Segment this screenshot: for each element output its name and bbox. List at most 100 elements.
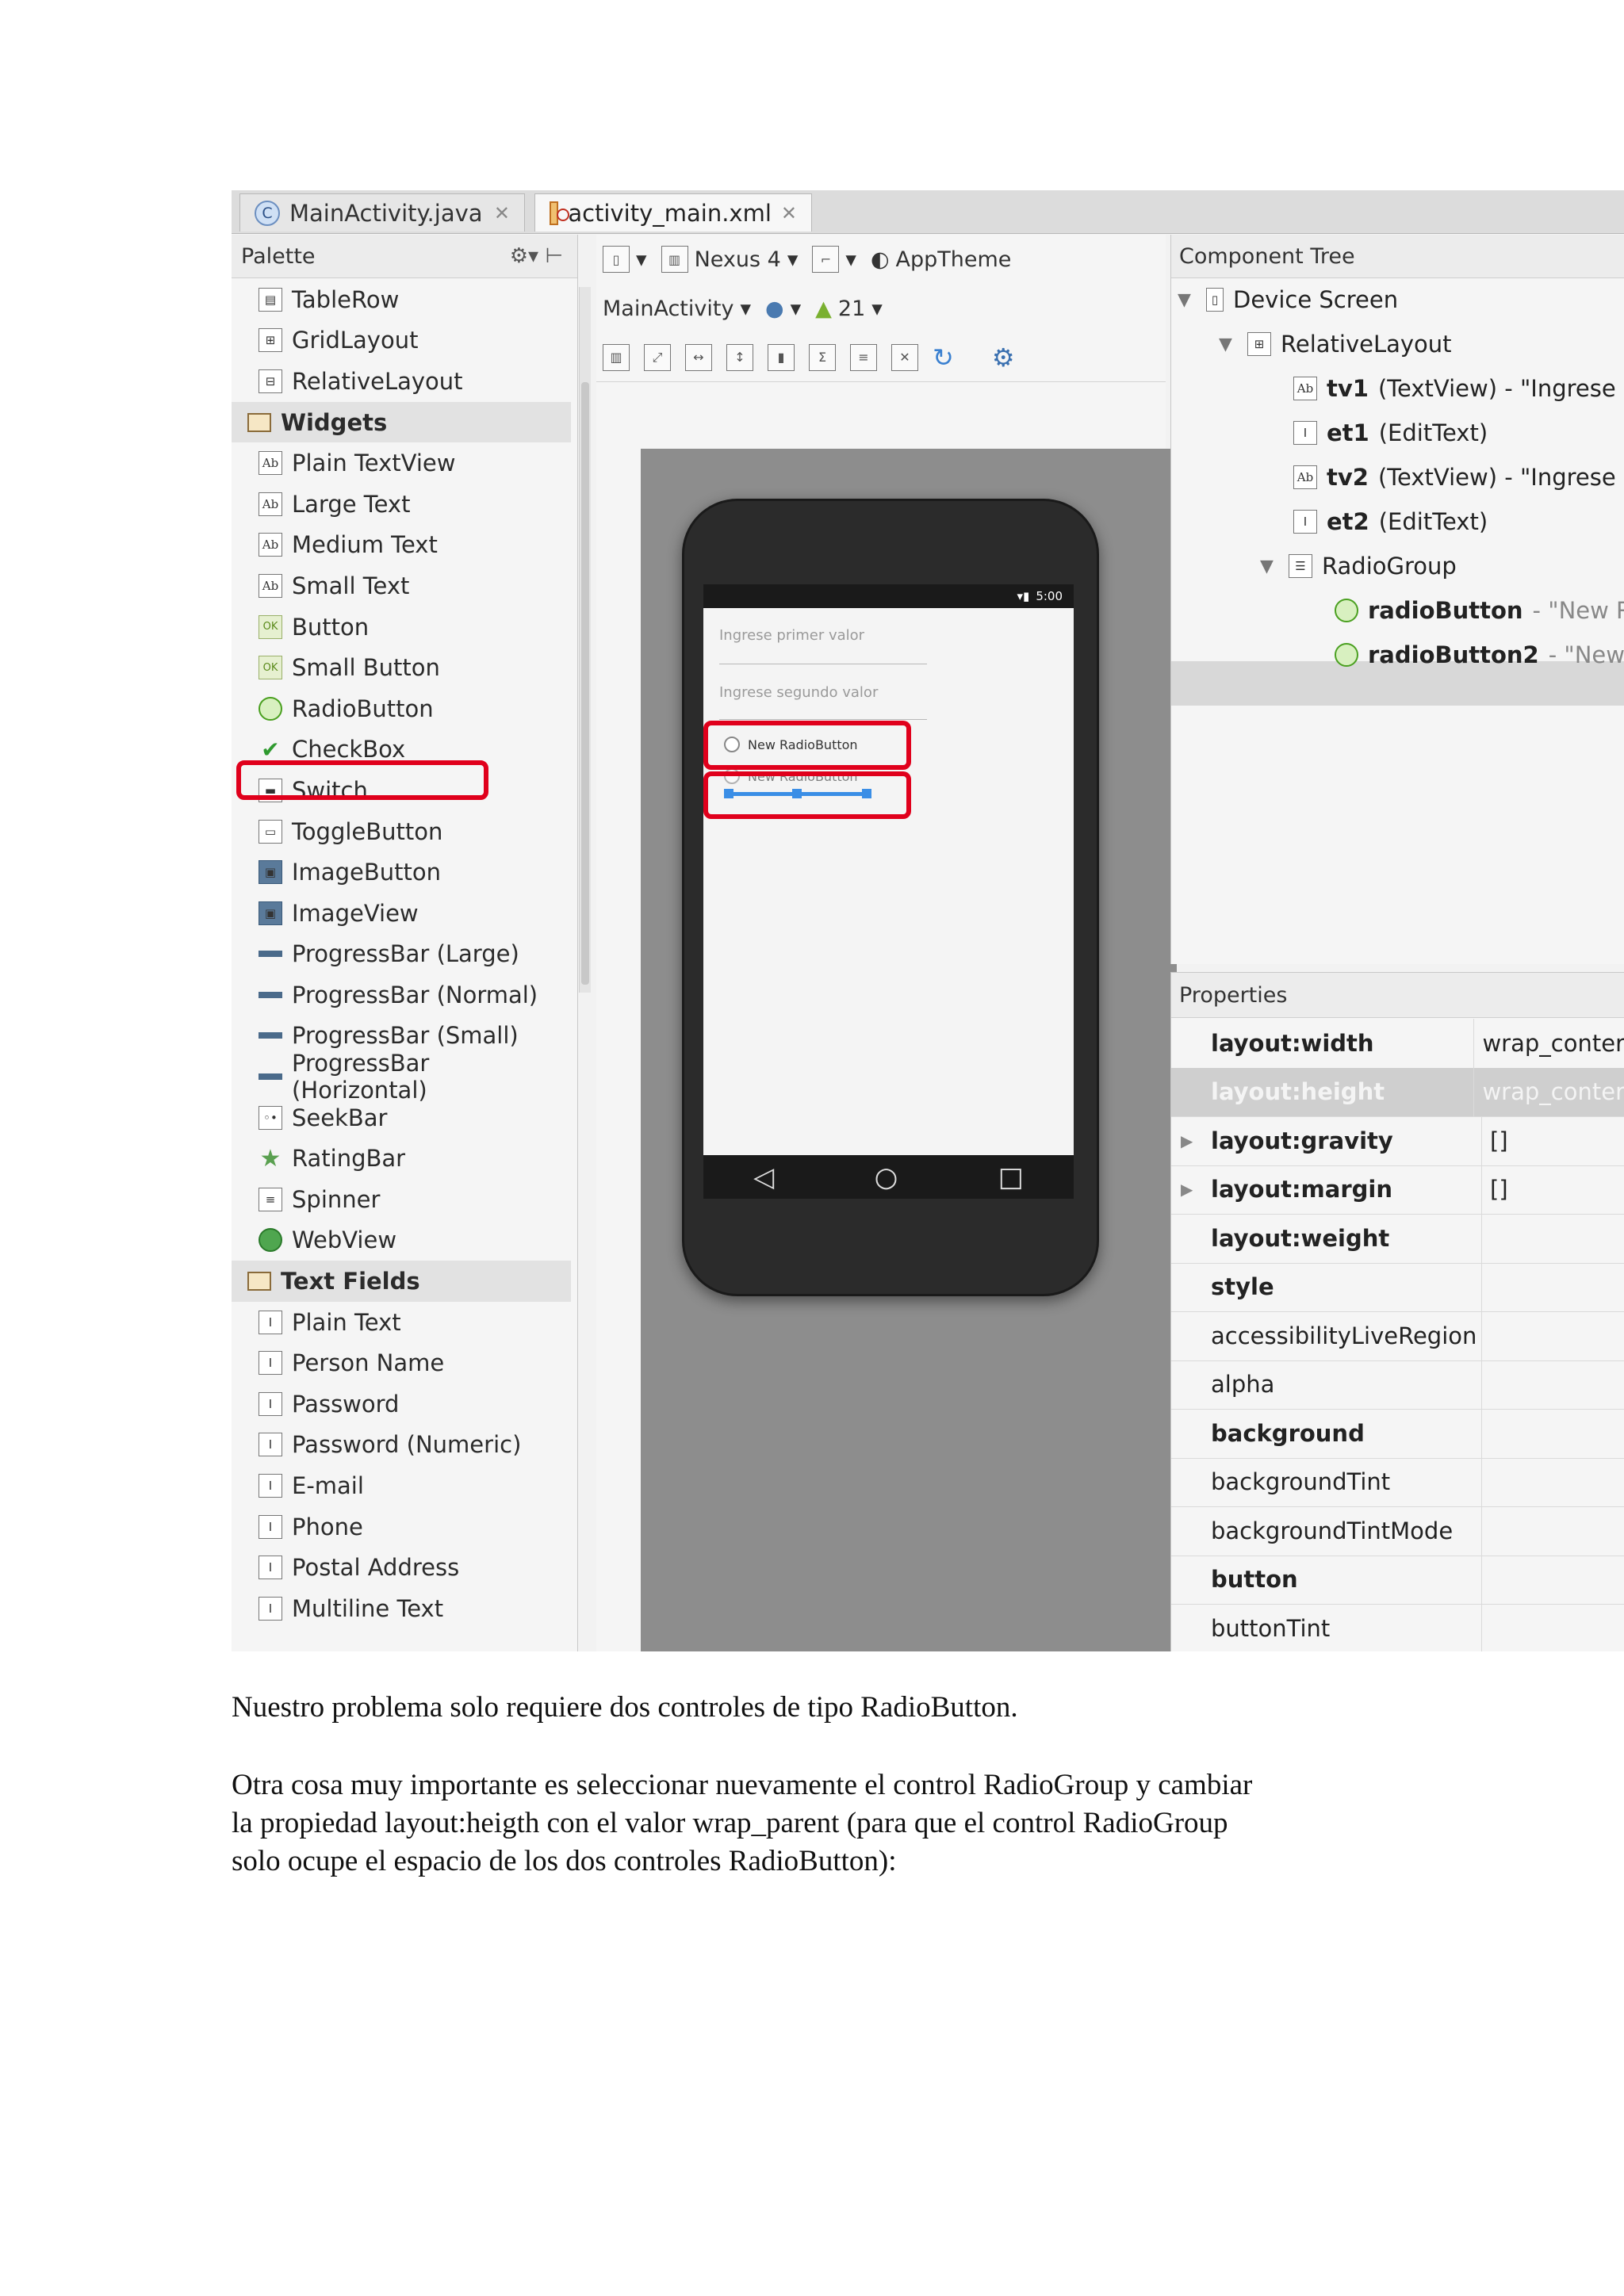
palette-item[interactable]: ▣ ImageButton — [232, 851, 571, 893]
property-row[interactable]: layout:width wrap_conter — [1171, 1019, 1624, 1069]
palette-item-label: Button — [292, 613, 370, 641]
expand-icon[interactable]: ▼ — [1178, 290, 1197, 310]
palette-item[interactable]: WebView — [232, 1220, 571, 1261]
palette-item[interactable]: Ab Large Text — [232, 484, 571, 525]
component-tree-header: Component Tree — [1171, 235, 1624, 278]
expand-icon[interactable]: ▶ — [1181, 1131, 1193, 1150]
property-row[interactable]: background — [1171, 1409, 1624, 1459]
property-row[interactable]: ▶ layout:margin [] — [1171, 1165, 1624, 1215]
design-toolbar-row-3: ▥ ⤢ ↔ ↕ ▮ Σ ≡ ✕ ↻ ⚙ — [596, 333, 1166, 382]
palette-item[interactable]: ProgressBar (Large) — [232, 934, 571, 975]
property-value[interactable]: [] — [1482, 1176, 1508, 1203]
palette-item[interactable]: ≡ Spinner — [232, 1179, 571, 1220]
palette-item[interactable]: Ab Small Text — [232, 565, 571, 607]
theme-selector[interactable]: ◐ AppTheme — [871, 247, 1011, 272]
wrap-height-icon[interactable]: ↕ — [726, 343, 753, 371]
device-selector[interactable]: ▥ Nexus 4 ▾ — [661, 246, 798, 273]
tree-node-et1[interactable]: I et1 (EditText) — [1293, 412, 1488, 453]
property-row[interactable]: alpha — [1171, 1360, 1624, 1410]
palette-item[interactable]: I Multiline Text — [232, 1588, 571, 1629]
property-row[interactable]: backgroundTintMode — [1171, 1506, 1624, 1556]
palette-item[interactable]: ProgressBar (Normal) — [232, 974, 571, 1016]
tree-node-radiobutton2[interactable]: radioButton2 - "New — [1335, 634, 1624, 675]
palette-item[interactable]: ▭ ToggleButton — [232, 811, 571, 852]
orientation-button[interactable]: ⌐ ▾ — [812, 246, 856, 273]
palette-category[interactable]: Text Fields — [232, 1261, 571, 1302]
property-name-label: alpha — [1211, 1371, 1275, 1399]
property-value[interactable]: wrap_conter — [1474, 1078, 1624, 1105]
sum-icon[interactable]: Σ — [809, 343, 836, 371]
baseline-icon[interactable]: ≡ — [850, 343, 877, 371]
expand-icon[interactable]: ▼ — [1260, 557, 1279, 576]
palette-item[interactable]: I Password (Numeric) — [232, 1425, 571, 1466]
palette-item[interactable]: Ab Plain TextView — [232, 442, 571, 484]
tab-activity-main-xml[interactable]: activity_main.xml ✕ — [534, 193, 812, 232]
zoom-fit-icon[interactable]: ⤢ — [644, 343, 671, 371]
palette-item-label: Text Fields — [281, 1268, 420, 1295]
palette-item-label: ToggleButton — [292, 817, 443, 845]
palette-item[interactable]: I Plain Text — [232, 1302, 571, 1343]
tree-node-radiogroup[interactable]: ▼ ☰ RadioGroup — [1260, 545, 1457, 587]
palette-item[interactable]: OK Small Button — [232, 647, 571, 688]
design-toolbar-row-2: MainActivity ▾ ● ▾ ▲ 21 ▾ — [596, 284, 1166, 333]
layout-icon[interactable]: ▥ — [603, 343, 630, 371]
tree-node-relativelayout[interactable]: ▼ ⊞ RelativeLayout — [1219, 323, 1452, 365]
palette-scrollbar[interactable] — [579, 287, 591, 993]
activity-selector[interactable]: MainActivity ▾ — [603, 297, 751, 321]
tree-node-radiobutton[interactable]: radioButton - "New R — [1335, 590, 1624, 631]
property-row[interactable]: style — [1171, 1262, 1624, 1312]
property-row[interactable]: layout:height wrap_conter — [1171, 1067, 1624, 1117]
tree-node-tv2[interactable]: Ab tv2 (TextView) - "Ingrese s — [1293, 457, 1624, 498]
palette-item[interactable]: ▤ TableRow — [232, 279, 571, 320]
property-value[interactable]: wrap_conter — [1474, 1030, 1624, 1057]
tree-node-et2[interactable]: I et2 (EditText) — [1293, 501, 1488, 542]
palette-item[interactable]: ▣ ImageView — [232, 893, 571, 934]
property-row[interactable]: layout:weight — [1171, 1214, 1624, 1264]
close-icon[interactable]: ✕ — [781, 202, 797, 224]
button-icon: OK — [259, 656, 282, 680]
palette-item[interactable]: I Person Name — [232, 1342, 571, 1383]
expand-icon[interactable]: ▼ — [1219, 335, 1238, 354]
property-row[interactable]: button — [1171, 1555, 1624, 1605]
palette-category[interactable]: Widgets — [232, 401, 571, 443]
tab-mainactivity-java[interactable]: C MainActivity.java ✕ — [239, 193, 525, 232]
property-name: layout:width — [1171, 1019, 1475, 1068]
device-config-button[interactable]: ▯ ▾ — [603, 246, 647, 273]
design-canvas[interactable]: ▾▮ 5:00 Ingrese primer valor Ingrese seg… — [641, 449, 1177, 1651]
palette-item[interactable]: RadioButton — [232, 688, 571, 729]
api-selector[interactable]: ▲ 21 ▾ — [815, 297, 883, 321]
image-button-icon: ▣ — [259, 860, 282, 885]
property-row[interactable]: buttonTint — [1171, 1604, 1624, 1651]
textview-icon: Ab — [259, 533, 282, 557]
distribute-icon[interactable]: ▮ — [768, 343, 795, 371]
refresh-icon[interactable]: ↻ — [933, 342, 954, 373]
palette-item[interactable]: ⊟ RelativeLayout — [232, 361, 571, 402]
palette-settings-icon[interactable]: ⚙▾ ⊢ — [510, 244, 563, 268]
palette-item[interactable]: ★ RatingBar — [232, 1138, 571, 1179]
tree-node-device-screen[interactable]: ▼ ▯ Device Screen — [1178, 279, 1398, 320]
gear-icon[interactable]: ⚙ — [992, 342, 1015, 373]
expand-icon[interactable]: ▶ — [1181, 1180, 1193, 1199]
property-name: style — [1171, 1262, 1482, 1311]
palette-item[interactable]: I Password — [232, 1383, 571, 1425]
wrap-width-icon[interactable]: ↔ — [685, 343, 712, 371]
globe-icon — [259, 1228, 282, 1253]
remove-icon[interactable]: ✕ — [891, 343, 918, 371]
edittext-icon: I — [259, 1556, 282, 1580]
palette-item[interactable]: I E-mail — [232, 1465, 571, 1506]
property-value[interactable]: [] — [1482, 1127, 1508, 1154]
palette-item[interactable]: ProgressBar (Horizontal) — [232, 1050, 571, 1104]
locale-selector[interactable]: ● ▾ — [765, 297, 801, 321]
palette-item-label: RadioButton — [292, 695, 434, 722]
palette-item[interactable]: ⊞ GridLayout — [232, 320, 571, 362]
palette-item[interactable]: OK Button — [232, 607, 571, 648]
close-icon[interactable]: ✕ — [494, 202, 510, 224]
palette-item[interactable]: Ab Medium Text — [232, 525, 571, 566]
paragraph-2-line-3: solo ocupe el espacio de los dos control… — [232, 1845, 897, 1877]
property-row[interactable]: ▶ layout:gravity [] — [1171, 1116, 1624, 1166]
tree-node-tv1[interactable]: Ab tv1 (TextView) - "Ingrese p — [1293, 368, 1624, 409]
palette-item[interactable]: I Postal Address — [232, 1547, 571, 1588]
property-row[interactable]: backgroundTint — [1171, 1457, 1624, 1507]
property-row[interactable]: accessibilityLiveRegion — [1171, 1311, 1624, 1361]
palette-item[interactable]: I Phone — [232, 1506, 571, 1548]
